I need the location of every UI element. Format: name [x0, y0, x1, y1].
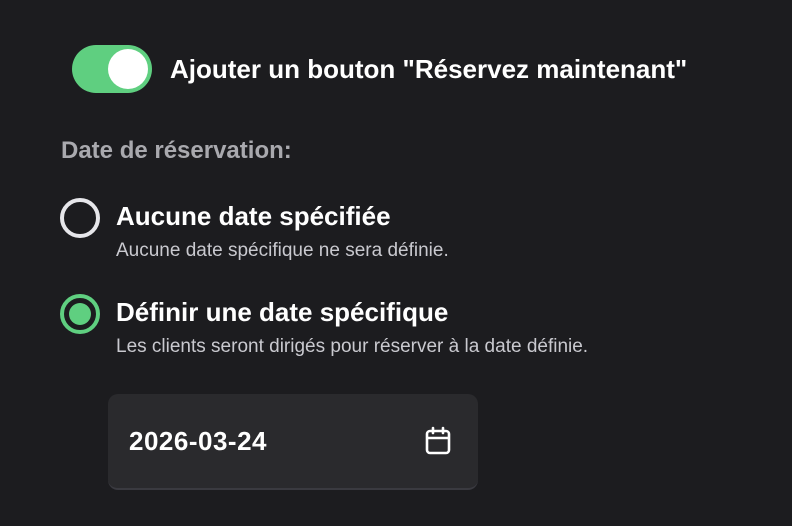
radio-option-no-date[interactable]: Aucune date spécifiée Aucune date spécif… — [60, 198, 449, 264]
booking-button-toggle-row: Ajouter un bouton "Réservez maintenant" — [72, 45, 687, 93]
booking-button-toggle-label: Ajouter un bouton "Réservez maintenant" — [170, 53, 688, 84]
booking-date-section-label: Date de réservation: — [61, 137, 292, 164]
radio-option-description: Aucune date spécifique ne sera définie. — [116, 240, 449, 261]
toggle-knob — [108, 49, 148, 89]
radio-selected-dot — [69, 303, 91, 325]
radio-option-text: Définir une date spécifique Les clients … — [116, 294, 588, 360]
booking-settings-panel: Ajouter un bouton "Réservez maintenant" … — [0, 0, 792, 526]
calendar-icon[interactable] — [424, 426, 452, 456]
radio-button-specific-date[interactable] — [60, 294, 100, 334]
radio-option-specific-date[interactable]: Définir une date spécifique Les clients … — [60, 294, 588, 360]
date-input-value: 2026-03-24 — [129, 425, 267, 456]
radio-option-text: Aucune date spécifiée Aucune date spécif… — [116, 198, 449, 264]
radio-option-title: Aucune date spécifiée — [116, 201, 391, 231]
radio-option-description: Les clients seront dirigés pour réserver… — [116, 336, 589, 357]
booking-button-toggle[interactable] — [72, 45, 152, 93]
date-input[interactable]: 2026-03-24 — [108, 394, 478, 490]
radio-button-no-date[interactable] — [60, 198, 100, 238]
radio-option-title: Définir une date spécifique — [116, 297, 449, 327]
